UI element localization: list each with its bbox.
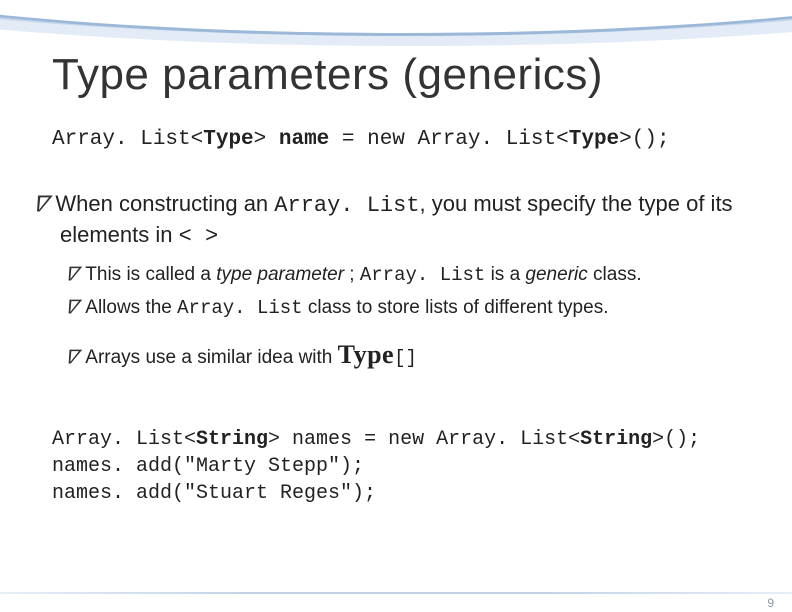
inline-code: Array. List (360, 264, 485, 286)
bullet-level2: 𝛻 This is called a type parameter ; Array… (66, 261, 752, 290)
syntax-type: Type (203, 128, 253, 151)
code-example: Array. List<String> names = new Array. L… (52, 426, 700, 507)
bullet-text: Arrays use a similar idea with (85, 347, 337, 368)
page-number: 9 (767, 596, 774, 610)
inline-code: < > (179, 224, 219, 249)
code-line: names. add("Stuart Reges"); (52, 482, 376, 505)
syntax-text: Array. List< (52, 128, 203, 151)
syntax-name: name (266, 128, 329, 151)
code-line: names. add("Marty Stepp"); (52, 455, 364, 478)
syntax-declaration: Array. List<Type> name = new Array. List… (52, 128, 670, 151)
syntax-text: = new Array. List< (329, 128, 568, 151)
syntax-type: Type (569, 128, 619, 151)
bullet-text: ; (344, 264, 360, 285)
syntax-text: > (254, 128, 267, 151)
bullet-glyph: 𝛻 (66, 297, 79, 318)
bottom-decoration (0, 592, 792, 594)
bullet-text: When constructing an (55, 191, 274, 216)
slide-title: Type parameters (generics) (52, 50, 603, 100)
syntax-text: >(); (619, 128, 669, 151)
bullet-text: is a (485, 264, 525, 285)
bullet-level1: 𝛻When constructing an Array. List, you m… (34, 190, 752, 251)
term-type-parameter: type parameter (216, 264, 344, 285)
code-line: Array. List<String> names = new Array. L… (52, 428, 700, 451)
bullet-glyph: 𝛻 (66, 347, 79, 368)
inline-code: [] (394, 347, 417, 369)
bullet-text: This is called a (85, 264, 216, 285)
slide: Type parameters (generics) Array. List<T… (0, 0, 792, 612)
bullet-text: class to store lists of different types. (303, 297, 609, 318)
bullet-level2: 𝛻 Allows the Array. List class to store l… (66, 294, 752, 323)
bullet-text: class. (588, 264, 642, 285)
bullet-glyph: 𝛻 (66, 264, 79, 285)
inline-code: Array. List (177, 297, 302, 319)
term-type: Type (338, 340, 394, 369)
inline-code: Array. List (274, 193, 419, 218)
bullet-text: Allows the (85, 297, 177, 318)
bullet-level2: 𝛻 Arrays use a similar idea with Type[] (66, 336, 752, 374)
term-generic: generic (525, 264, 587, 285)
bullet-glyph: 𝛻 (34, 191, 49, 216)
body-content: 𝛻When constructing an Array. List, you m… (34, 190, 752, 378)
